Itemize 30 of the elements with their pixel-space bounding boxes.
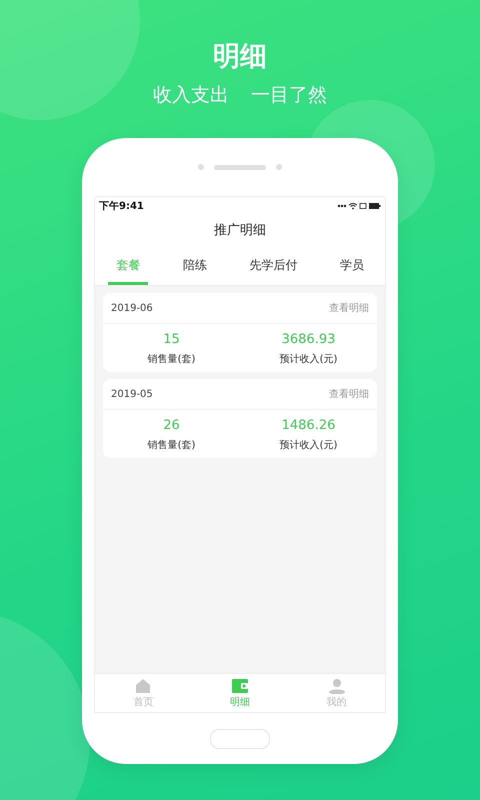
camera-icon xyxy=(198,164,204,170)
status-icons xyxy=(337,202,381,210)
details-link[interactable]: 查看明细 xyxy=(329,301,369,315)
person-icon xyxy=(328,678,346,694)
nav-item[interactable]: 首页 xyxy=(95,674,192,712)
status-time: 下午9:41 xyxy=(99,200,144,213)
stat-label: 销售量(套) xyxy=(148,353,196,366)
tagline: 收入支出 xyxy=(153,83,229,108)
wallet-icon xyxy=(231,678,249,694)
tab[interactable]: 先学后付 xyxy=(241,251,306,285)
screen-title: 推广明细 xyxy=(213,222,267,240)
nav-item[interactable]: 我的 xyxy=(288,674,386,712)
stat-value: 1486.26 xyxy=(282,418,336,433)
details-link[interactable]: 查看明细 xyxy=(329,387,369,401)
stat-label: 预计收入(元) xyxy=(280,438,338,452)
tab[interactable]: 陪练 xyxy=(174,251,215,285)
stat-value: 3686.93 xyxy=(282,332,336,347)
nav-item[interactable]: 明细 xyxy=(192,674,288,712)
sensor-icon xyxy=(276,164,282,170)
headline: 明细 xyxy=(213,40,267,74)
stat-value: 26 xyxy=(163,418,180,433)
speaker-icon xyxy=(214,164,266,170)
tagline: 一目了然 xyxy=(251,83,327,108)
stat-label: 销售量(套) xyxy=(148,439,196,452)
home-icon xyxy=(135,678,152,694)
month-label: 2019-05 xyxy=(111,388,153,400)
tab[interactable]: 学员 xyxy=(332,251,372,285)
month-label: 2019-06 xyxy=(111,302,153,314)
stat-label: 预计收入(元) xyxy=(280,352,338,366)
stat-value: 15 xyxy=(163,332,180,347)
